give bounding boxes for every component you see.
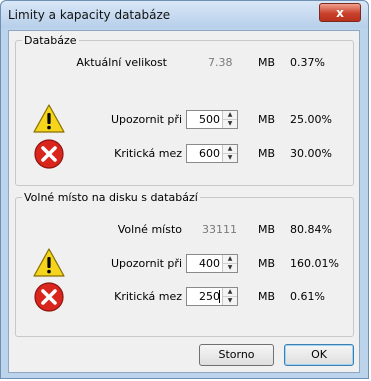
db-current-size-label: Aktuální velikost (76, 56, 167, 69)
db-warn-spinner[interactable]: 500 ▲ ▼ (186, 110, 238, 129)
spin-up-icon[interactable]: ▲ (223, 255, 237, 264)
db-warn-value[interactable]: 500 (199, 113, 220, 126)
spin-down-icon[interactable]: ▼ (223, 264, 237, 272)
db-current-size-value: 7.38 (208, 56, 233, 69)
db-critical-spinner[interactable]: 600 ▲ ▼ (186, 144, 238, 163)
warning-icon (33, 248, 65, 277)
disk-critical-spin-arrows[interactable]: ▲ ▼ (222, 288, 237, 305)
disk-warn-unit: MB (258, 257, 276, 270)
text-caret (219, 290, 220, 303)
disk-critical-spinner[interactable]: 250 ▲ ▼ (186, 287, 238, 306)
title-bar[interactable]: Limity a kapacity databáze x (1, 1, 368, 28)
disk-free-unit: MB (258, 223, 276, 236)
db-critical-value[interactable]: 600 (199, 147, 220, 160)
spin-up-icon[interactable]: ▲ (223, 111, 237, 120)
disk-critical-unit: MB (258, 290, 276, 303)
db-current-size-unit: MB (258, 56, 276, 69)
error-icon (34, 139, 64, 169)
disk-critical-value[interactable]: 250 (199, 290, 220, 303)
disk-warn-label: Upozornit při (111, 257, 182, 270)
disk-warn-spinner[interactable]: 400 ▲ ▼ (186, 254, 238, 273)
spin-down-icon[interactable]: ▼ (223, 297, 237, 305)
disk-warn-value[interactable]: 400 (199, 257, 220, 270)
dialog-title: Limity a kapacity databáze (8, 8, 171, 22)
database-group-legend: Databáze (24, 34, 77, 47)
db-critical-spin-arrows[interactable]: ▲ ▼ (222, 145, 237, 162)
disk-group-legend: Volné místo na disku s databází (24, 191, 198, 204)
close-icon: x (336, 6, 344, 20)
db-warn-label: Upozornit při (111, 113, 182, 126)
db-critical-percent: 30.00% (290, 147, 332, 160)
close-button[interactable]: x (319, 3, 361, 22)
db-warn-percent: 25.00% (290, 113, 332, 126)
cancel-button[interactable]: Storno (199, 344, 274, 366)
spin-down-icon[interactable]: ▼ (223, 154, 237, 162)
spin-up-icon[interactable]: ▲ (223, 145, 237, 154)
spin-up-icon[interactable]: ▲ (223, 288, 237, 297)
disk-critical-label: Kritická mez (114, 290, 182, 303)
disk-free-value: 33111 (202, 223, 237, 236)
dialog-window: Limity a kapacity databáze x Databáze Ak… (0, 0, 369, 379)
disk-free-percent: 80.84% (290, 223, 332, 236)
db-warn-unit: MB (258, 113, 276, 126)
db-warn-spin-arrows[interactable]: ▲ ▼ (222, 111, 237, 128)
db-current-size-percent: 0.37% (290, 56, 325, 69)
disk-warn-percent: 160.01% (290, 257, 339, 270)
db-critical-unit: MB (258, 147, 276, 160)
disk-critical-percent: 0.61% (290, 290, 325, 303)
db-critical-label: Kritická mez (114, 147, 182, 160)
disk-warn-spin-arrows[interactable]: ▲ ▼ (222, 255, 237, 272)
dialog-client-area: Databáze Aktuální velikost 7.38 MB 0.37%… (8, 30, 360, 373)
ok-button[interactable]: OK (284, 344, 354, 366)
error-icon (34, 282, 64, 312)
disk-free-label: Volné místo (117, 223, 182, 236)
spin-down-icon[interactable]: ▼ (223, 120, 237, 128)
warning-icon (33, 104, 65, 133)
